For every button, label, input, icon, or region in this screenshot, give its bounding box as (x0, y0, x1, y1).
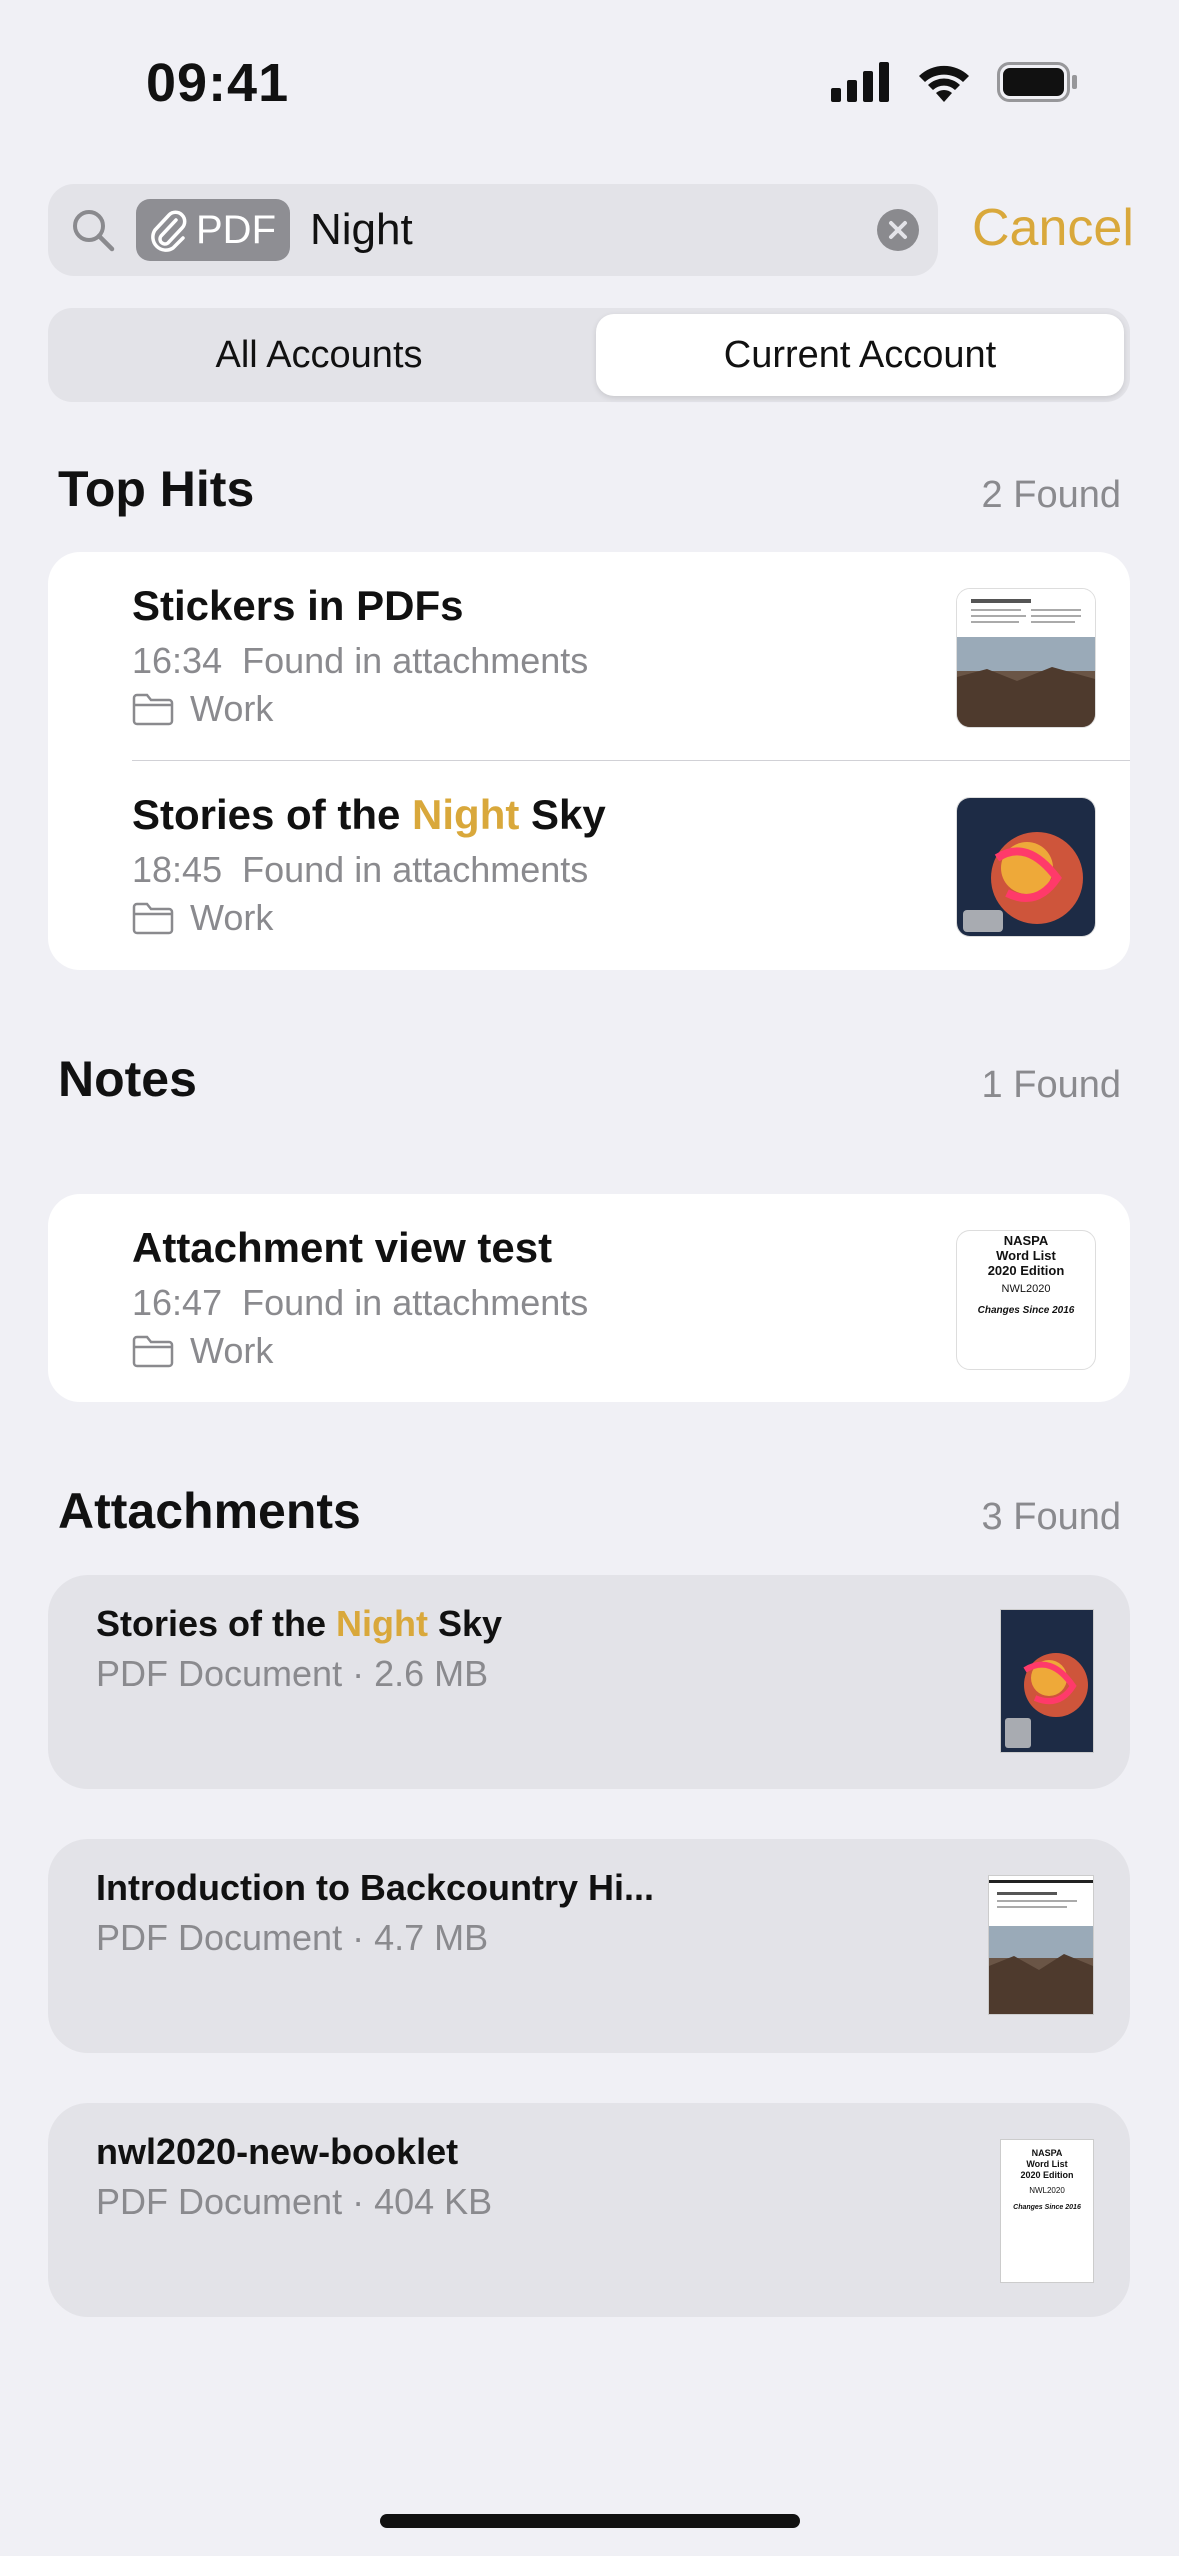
note-title: Stories of the Night Sky (132, 791, 606, 838)
clear-search-icon[interactable] (876, 208, 920, 252)
attachment-subtitle: PDF Document · 404 KB (96, 2181, 493, 2222)
paperclip-icon (151, 210, 187, 252)
status-icons (831, 62, 1079, 102)
top-hits-count: 2 Found (981, 474, 1121, 516)
segment-current-account[interactable]: Current Account (596, 314, 1124, 396)
attachments-count: 3 Found (981, 1496, 1121, 1538)
wifi-icon (919, 65, 969, 102)
attachment-title: Stories of the Night Sky (96, 1603, 503, 1644)
folder-icon (132, 693, 174, 726)
folder-icon (132, 1335, 174, 1368)
search-query[interactable]: Night (310, 205, 413, 255)
top-hits-title: Top Hits (58, 461, 255, 517)
attachments-title: Attachments (58, 1483, 361, 1539)
list-item[interactable]: Attachment view test 16:47 Found in atta… (48, 1194, 1130, 1402)
account-scope-control[interactable]: All Accounts Current Account (48, 308, 1130, 402)
attachment-item[interactable]: Introduction to Backcountry Hi... PDF Do… (48, 1839, 1130, 2053)
cellular-signal-icon (831, 62, 889, 102)
attachment-item[interactable]: Stories of the Night Sky PDF Document · … (48, 1575, 1130, 1789)
search-icon (73, 210, 115, 252)
home-indicator (380, 2514, 800, 2528)
folder-icon (132, 902, 174, 935)
search-field[interactable]: PDF Night (48, 184, 938, 276)
segment-all-accounts[interactable]: All Accounts (54, 314, 584, 396)
note-folder: Work (132, 897, 273, 939)
pdf-thumbnail (956, 797, 1096, 937)
pdf-thumbnail: NASPA Word List 2020 Edition NWL2020 Cha… (956, 1230, 1096, 1370)
status-time: 09:41 (146, 53, 290, 113)
pdf-thumbnail (988, 1875, 1094, 2015)
notes-title: Notes (58, 1051, 197, 1107)
battery-icon (997, 62, 1077, 102)
attachment-item[interactable]: nwl2020-new-booklet PDF Document · 404 K… (48, 2103, 1130, 2317)
note-title: Stickers in PDFs (132, 582, 464, 629)
pdf-filter-token[interactable]: PDF (136, 199, 290, 261)
attachment-title: nwl2020-new-booklet (96, 2131, 459, 2172)
pdf-token-label: PDF (196, 207, 276, 252)
attachment-subtitle: PDF Document · 4.7 MB (96, 1917, 489, 1958)
note-meta: 18:45 Found in attachments (132, 849, 589, 890)
list-item[interactable]: Stickers in PDFs 16:34 Found in attachme… (48, 552, 1130, 761)
pdf-thumbnail (1000, 1609, 1094, 1753)
cancel-button[interactable]: Cancel (972, 198, 1134, 258)
note-title: Attachment view test (132, 1224, 553, 1271)
attachment-title: Introduction to Backcountry Hi... (96, 1867, 655, 1908)
attachment-subtitle: PDF Document · 2.6 MB (96, 1653, 489, 1694)
note-meta: 16:47 Found in attachments (132, 1282, 589, 1323)
note-folder: Work (132, 1330, 273, 1372)
top-hits-card: Stickers in PDFs 16:34 Found in attachme… (48, 552, 1130, 970)
pdf-thumbnail: NASPA Word List 2020 Edition NWL2020 Cha… (1000, 2139, 1094, 2283)
notes-card: Attachment view test 16:47 Found in atta… (48, 1194, 1130, 1402)
list-item[interactable]: Stories of the Night Sky 18:45 Found in … (48, 761, 1130, 970)
note-meta: 16:34 Found in attachments (132, 640, 589, 681)
pdf-thumbnail (956, 588, 1096, 728)
notes-count: 1 Found (981, 1064, 1121, 1106)
note-folder: Work (132, 688, 273, 730)
